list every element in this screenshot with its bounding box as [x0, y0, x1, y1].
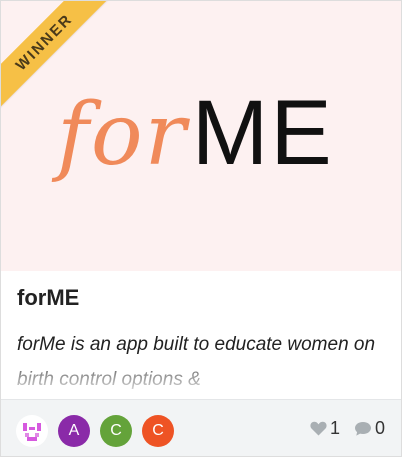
avatar-initial: C — [110, 422, 122, 439]
avatar-initial: C — [152, 422, 164, 439]
card-stats: 1 0 — [310, 418, 385, 439]
like-count: 1 — [329, 418, 340, 438]
heart-icon — [310, 421, 327, 436]
winner-ribbon-label: WINNER — [12, 10, 76, 74]
avatar-initial: A — [68, 422, 80, 439]
team-avatars: A C C — [16, 415, 184, 447]
logo-italic-part: for — [57, 85, 188, 185]
avatar[interactable] — [16, 415, 48, 447]
speech-bubble-icon — [354, 421, 371, 436]
pixel-face-icon — [16, 415, 48, 447]
project-logo: for ME — [57, 81, 334, 185]
comment-count: 0 — [374, 418, 385, 438]
logo-bold-part: ME — [191, 82, 334, 184]
project-card[interactable]: WINNER for ME forME forMe is an app buil… — [0, 0, 402, 457]
avatar[interactable]: C — [100, 415, 132, 447]
project-description: forMe is an app built to educate women o… — [17, 334, 376, 389]
project-title[interactable]: forME — [17, 285, 79, 311]
project-thumbnail[interactable]: WINNER for ME — [1, 1, 401, 271]
avatar[interactable]: A — [58, 415, 90, 447]
avatar[interactable]: C — [142, 415, 174, 447]
comment-button[interactable]: 0 — [354, 418, 385, 439]
like-button[interactable]: 1 — [310, 418, 340, 439]
card-footer: A C C 1 0 — [1, 399, 401, 456]
